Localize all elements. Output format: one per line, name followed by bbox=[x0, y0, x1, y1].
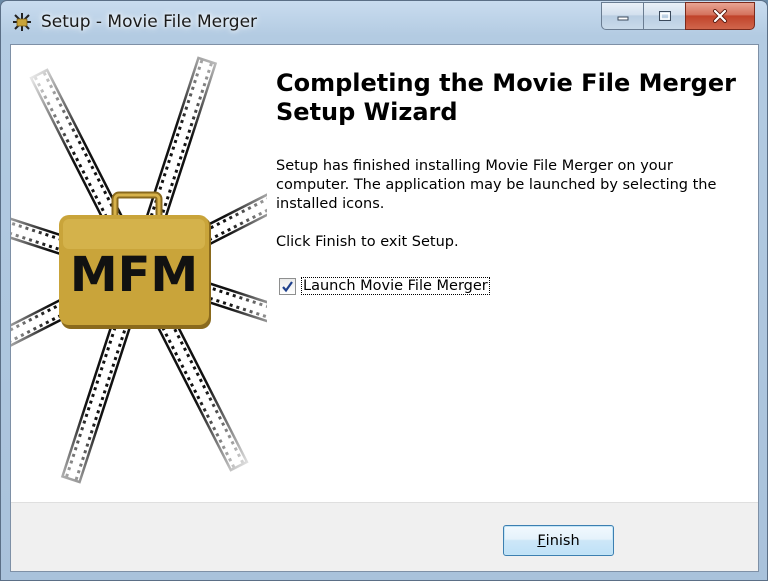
mfm-app-icon bbox=[13, 13, 31, 31]
window-title: Setup - Movie File Merger bbox=[41, 12, 258, 32]
launch-checkbox[interactable] bbox=[279, 277, 296, 295]
title-line-1: Completing the Movie File Merger bbox=[276, 69, 736, 97]
title-line-2: Setup Wizard bbox=[276, 98, 458, 126]
wizard-banner-image: MFM bbox=[11, 45, 267, 502]
wizard-footer: Finish bbox=[11, 502, 758, 571]
completion-message: Setup has finished installing Movie File… bbox=[276, 157, 736, 214]
film-reel-art: MFM bbox=[11, 45, 267, 502]
launch-app-option[interactable]: Launch Movie File Merger bbox=[279, 277, 490, 295]
message-line-3: installed icons. bbox=[276, 196, 385, 212]
setup-window: Setup - Movie File Merger MFM Completing… bbox=[0, 0, 768, 581]
launch-checkbox-label[interactable]: Launch Movie File Merger bbox=[301, 277, 490, 295]
message-line-2: computer. The application may be launche… bbox=[276, 177, 717, 193]
finish-button[interactable]: Finish bbox=[503, 525, 614, 556]
finish-label-rest: inish bbox=[545, 532, 580, 549]
exit-instruction: Click Finish to exit Setup. bbox=[276, 234, 459, 250]
close-button[interactable] bbox=[685, 2, 755, 30]
close-icon bbox=[713, 9, 727, 23]
maximize-button[interactable] bbox=[643, 2, 685, 30]
wizard-client-area: MFM Completing the Movie File Merger Set… bbox=[10, 44, 759, 572]
minimize-icon bbox=[617, 16, 628, 21]
page-title: Completing the Movie File Merger Setup W… bbox=[276, 69, 746, 127]
message-line-1: Setup has finished installing Movie File… bbox=[276, 158, 673, 174]
maximize-icon bbox=[658, 11, 671, 21]
mfm-logo-text: MFM bbox=[70, 247, 198, 303]
caption-buttons bbox=[601, 2, 755, 30]
finish-accelerator: F bbox=[537, 532, 546, 549]
minimize-button[interactable] bbox=[601, 2, 643, 30]
checkmark-icon bbox=[282, 280, 293, 292]
title-bar[interactable]: Setup - Movie File Merger bbox=[1, 1, 767, 45]
